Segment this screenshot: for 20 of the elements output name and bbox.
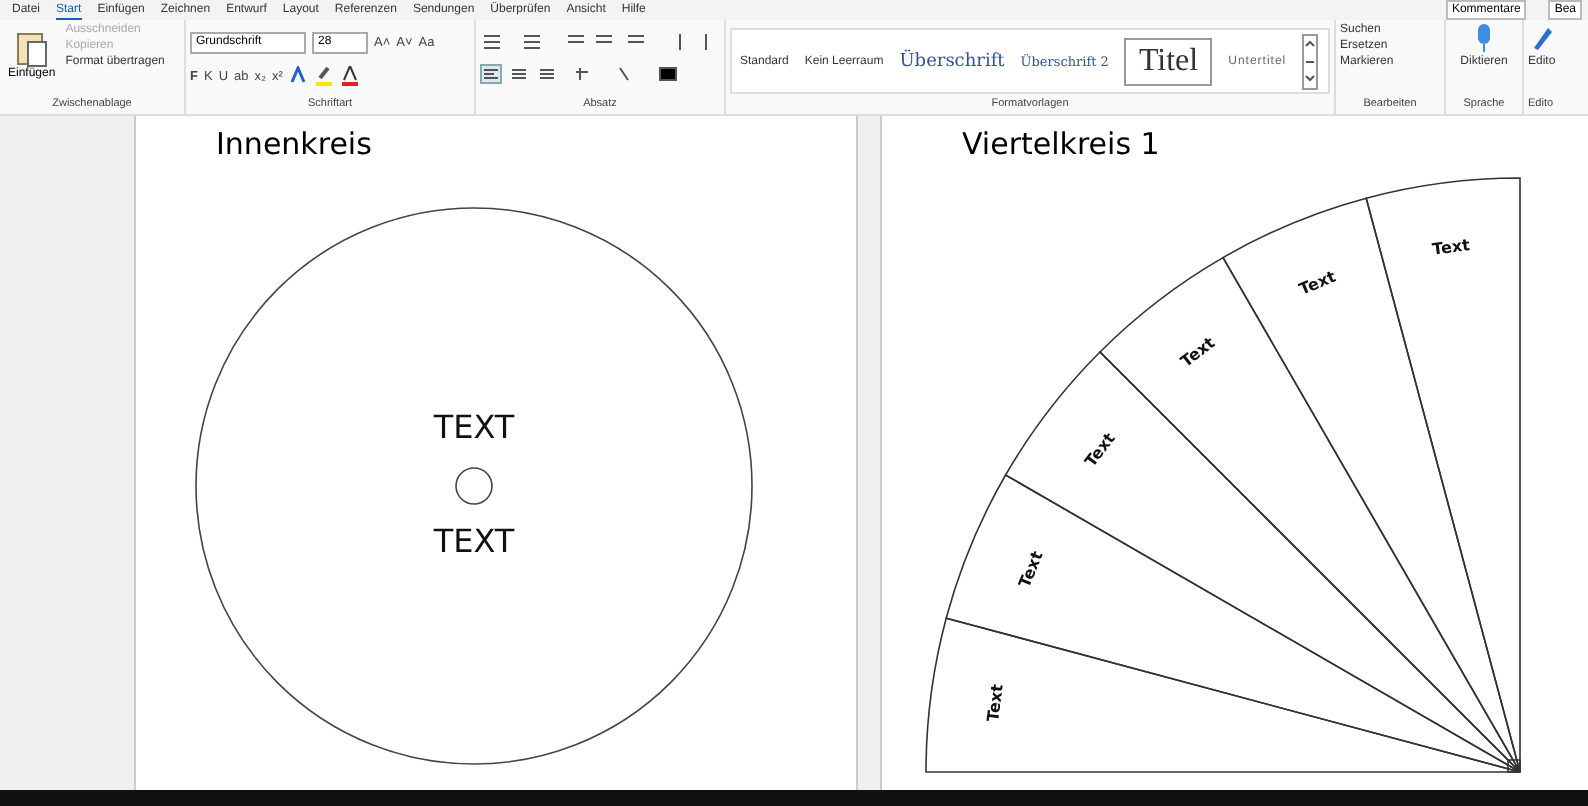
center-circle [455, 467, 493, 505]
page-heading: Viertelkreis 1 [960, 124, 1160, 166]
text-color-icon [288, 66, 309, 86]
style-option[interactable]: Titel [1124, 37, 1213, 85]
page-heading: Innenkreis [214, 124, 372, 166]
sector-label: Text [984, 683, 1007, 723]
microphone-icon [1476, 24, 1492, 52]
corner-square [1507, 759, 1521, 773]
pen-icon [1529, 24, 1554, 52]
sector-label: Text [1431, 236, 1471, 259]
style-option[interactable]: Überschrift [899, 51, 1005, 71]
highlighter-icon [314, 66, 335, 86]
circle-label: TEXT [433, 408, 515, 446]
font-color-icon [340, 66, 361, 86]
sector-label: Text [1015, 548, 1047, 591]
scroll-arrows-icon [1302, 33, 1319, 89]
sector-label: Text [1177, 333, 1219, 371]
circle-label: TEXT [433, 522, 515, 560]
sector-label: Text [1296, 267, 1339, 299]
clipboard-icon [15, 28, 48, 68]
